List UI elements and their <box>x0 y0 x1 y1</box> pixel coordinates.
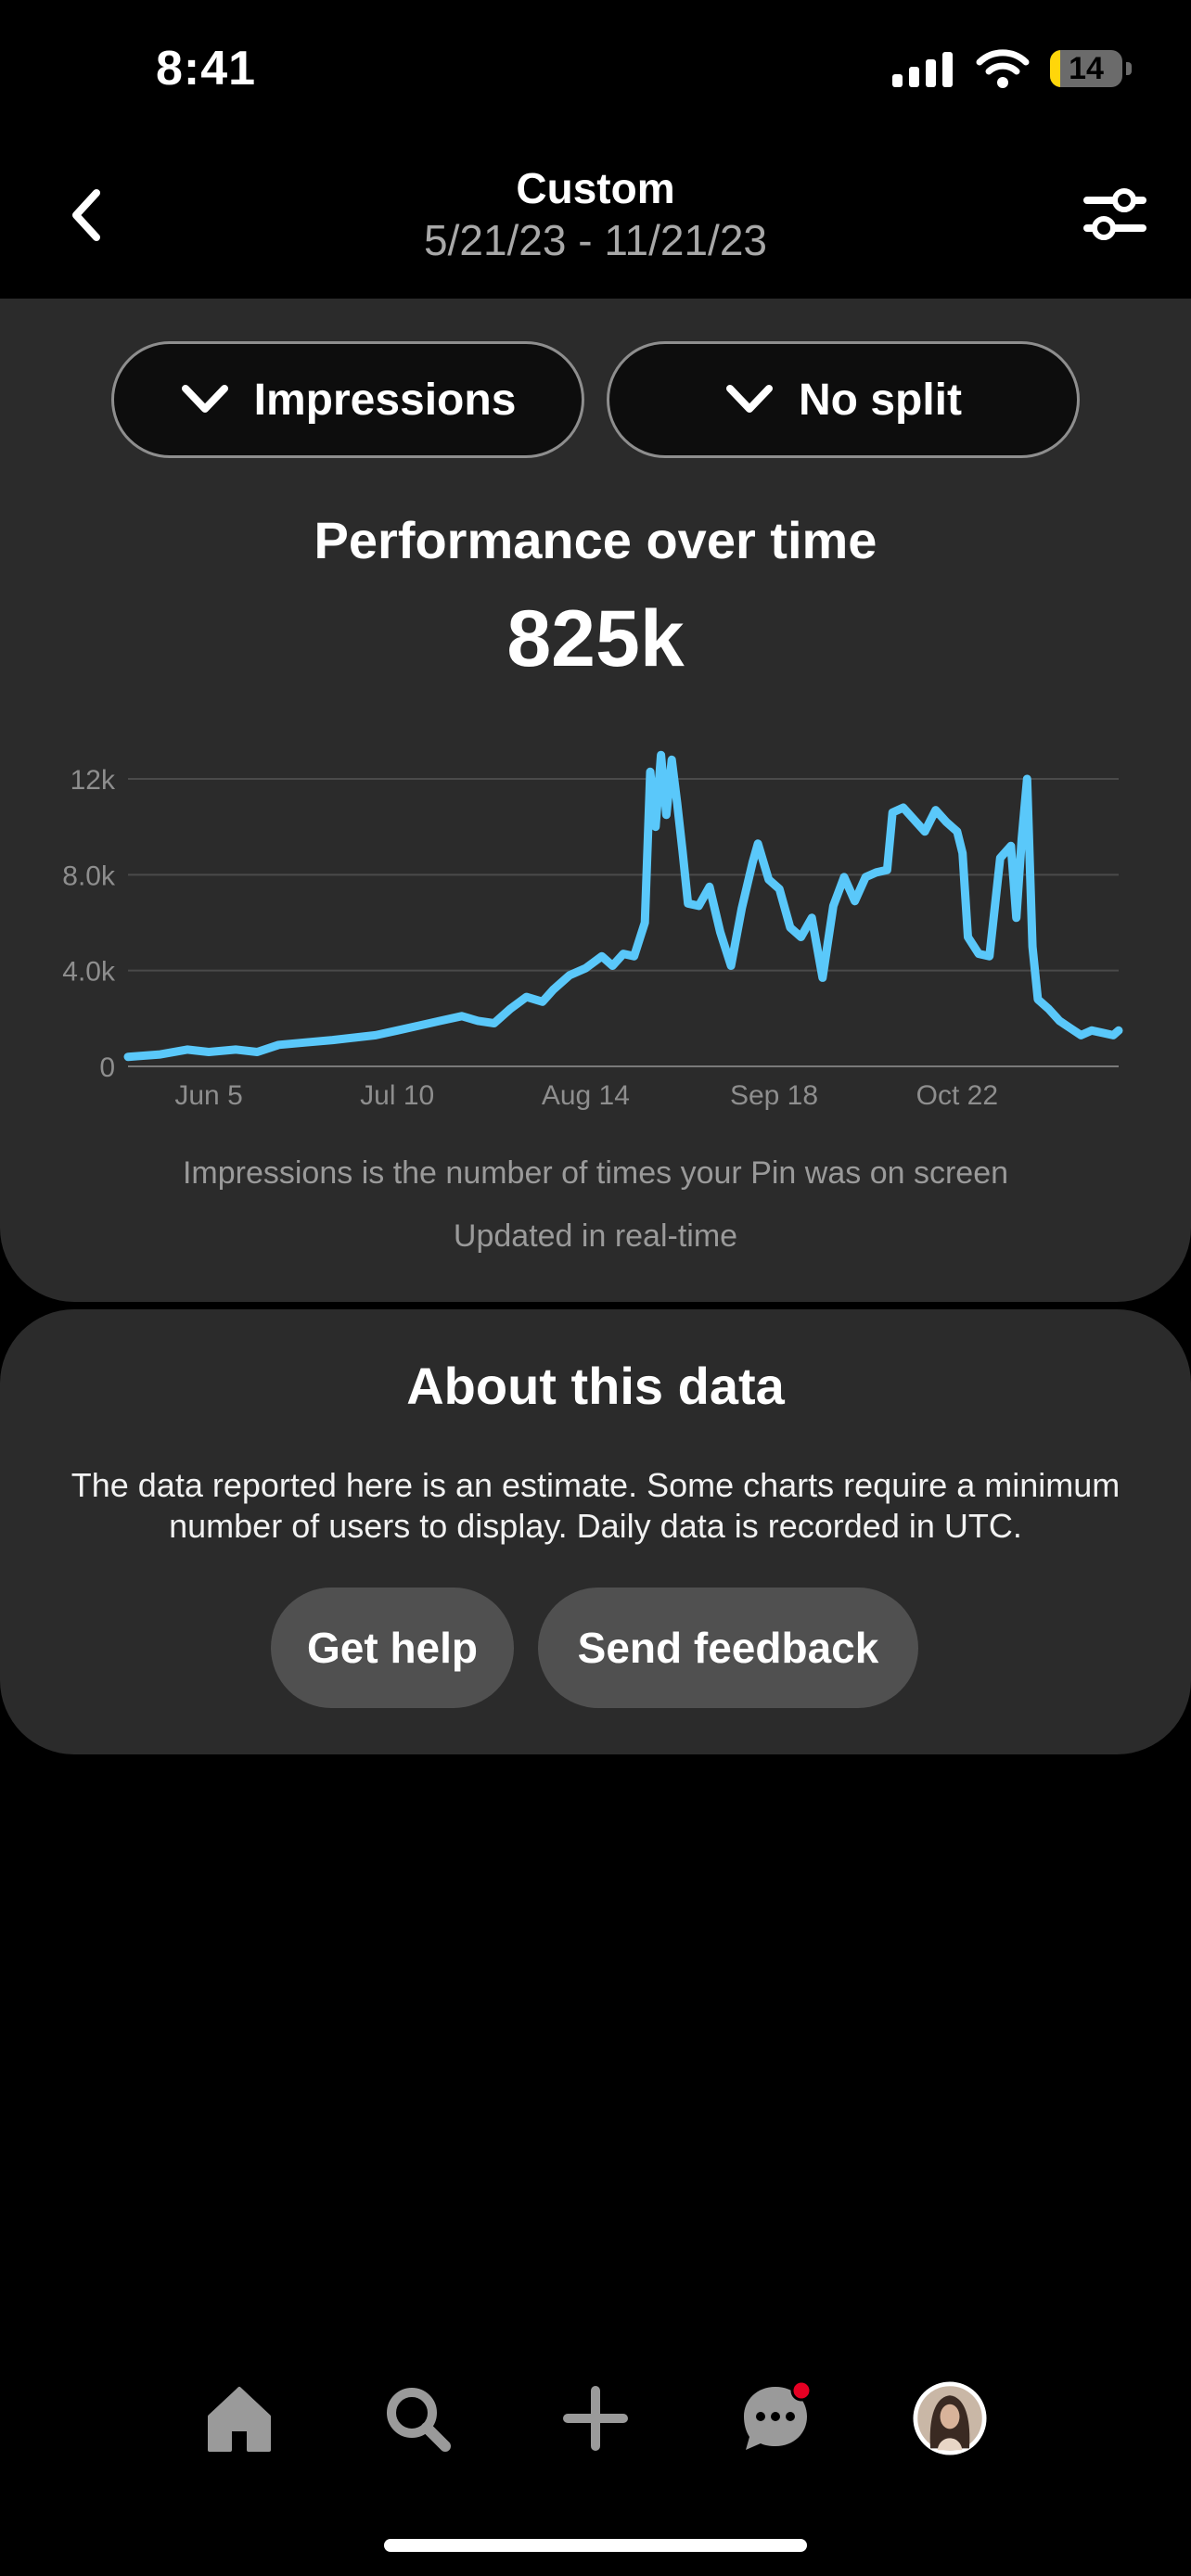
impressions-series-line <box>123 750 1123 1062</box>
split-dropdown[interactable]: No split <box>607 341 1080 458</box>
battery-level: 14 <box>1069 50 1104 86</box>
about-title: About this data <box>406 1357 785 1415</box>
chevron-down-icon <box>726 385 773 413</box>
y-tick-label: 4.0k <box>62 957 116 988</box>
chevron-down-icon <box>181 385 228 413</box>
x-tick-label: Jul 10 <box>360 1080 434 1111</box>
y-tick-label: 0 <box>99 1052 115 1083</box>
create-icon <box>563 2386 628 2451</box>
tab-home[interactable] <box>202 2381 276 2455</box>
status-icons: 14 <box>892 46 1132 91</box>
update-note: Updated in real-time <box>453 1218 738 1254</box>
tab-create[interactable] <box>558 2381 633 2455</box>
total-impressions: 825k <box>506 594 685 683</box>
performance-card: Impressions No split Performance over ti… <box>0 299 1191 1302</box>
battery-tip <box>1126 62 1132 75</box>
y-tick-label: 8.0k <box>62 861 116 891</box>
filters-icon[interactable] <box>1082 184 1148 245</box>
split-label: No split <box>799 375 962 425</box>
chart-heading: Performance over time <box>314 511 877 569</box>
about-card: About this data The data reported here i… <box>0 1309 1191 1754</box>
search-icon <box>387 2388 451 2452</box>
about-text: The data reported here is an estimate. S… <box>70 1466 1121 1545</box>
get-help-button[interactable]: Get help <box>271 1588 514 1708</box>
x-tick-label: Aug 14 <box>542 1080 630 1111</box>
cellular-signal-icon <box>892 52 953 87</box>
wifi-icon <box>976 49 1030 88</box>
send-feedback-button[interactable]: Send feedback <box>538 1588 918 1708</box>
y-tick-label: 12k <box>70 765 116 796</box>
x-tick-label: Sep 18 <box>730 1080 818 1111</box>
page-title: Custom <box>516 164 675 212</box>
tab-profile[interactable] <box>913 2381 987 2455</box>
home-icon <box>208 2387 271 2452</box>
metric-definition: Impressions is the number of times your … <box>182 1155 1009 1191</box>
battery-icon: 14 <box>1050 50 1122 87</box>
messages-icon <box>744 2381 813 2450</box>
x-tick-label: Oct 22 <box>916 1080 998 1111</box>
battery-fill <box>1050 50 1060 87</box>
profile-avatar <box>913 2381 987 2455</box>
home-indicator <box>384 2539 807 2552</box>
date-range[interactable]: 5/21/23 - 11/21/23 <box>0 215 1191 265</box>
tab-messages[interactable] <box>738 2381 813 2455</box>
x-tick-label: Jun 5 <box>174 1080 242 1111</box>
metric-dropdown[interactable]: Impressions <box>111 341 584 458</box>
metric-label: Impressions <box>253 375 517 425</box>
tab-search[interactable] <box>380 2381 455 2455</box>
notification-dot <box>790 2381 813 2402</box>
status-time: 8:41 <box>156 42 257 96</box>
